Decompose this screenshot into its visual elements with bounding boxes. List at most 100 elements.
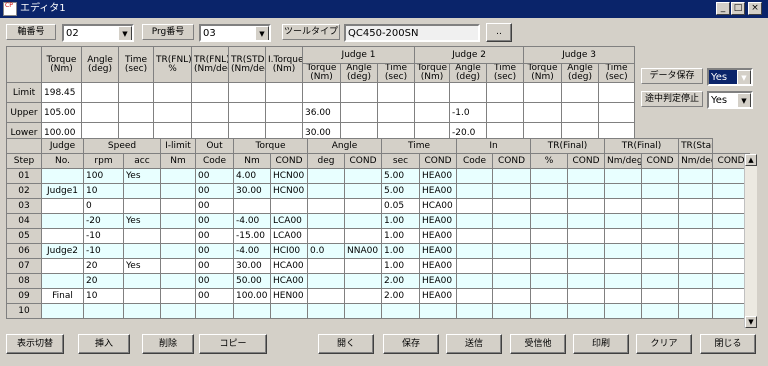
table-cell[interactable] [160, 168, 196, 184]
limit-cell[interactable] [598, 82, 636, 103]
table-cell[interactable] [41, 198, 84, 214]
table-cell[interactable]: HEA00 [419, 168, 458, 184]
table-row[interactable]: 06 Judge2 -10 00 -4.00 HCI00 0.0 NNA00 1.00 HEA00 [6, 243, 751, 259]
table-cell[interactable] [567, 243, 606, 259]
table-cell[interactable] [344, 198, 383, 214]
table-cell[interactable] [678, 303, 714, 319]
table-cell[interactable] [456, 243, 494, 259]
chevron-down-icon[interactable]: ▼ [255, 26, 269, 40]
limit-cell[interactable] [561, 102, 600, 123]
table-cell[interactable] [233, 303, 271, 319]
table-cell[interactable] [678, 228, 714, 244]
limit-cell[interactable] [486, 82, 525, 103]
table-cell[interactable] [492, 213, 532, 229]
table-cell[interactable] [344, 258, 383, 274]
close-icon[interactable]: × [748, 2, 762, 15]
table-row[interactable]: 03 0 00 0.05 HCA00 [6, 198, 751, 214]
table-row[interactable]: 07 20 Yes 00 30.00 HCA00 1.00 HEA00 [6, 258, 751, 274]
table-cell[interactable] [41, 258, 84, 274]
table-cell[interactable]: 00 [195, 183, 234, 199]
table-cell[interactable] [604, 303, 643, 319]
scroll-down-icon[interactable]: ▼ [745, 316, 757, 328]
limit-cell[interactable] [153, 82, 192, 103]
table-cell[interactable]: 00 [195, 243, 234, 259]
table-cell[interactable]: 1.00 [381, 228, 421, 244]
table-cell[interactable]: Yes [123, 213, 161, 229]
table-cell[interactable] [530, 213, 569, 229]
limit-cell[interactable] [414, 82, 451, 103]
table-cell[interactable] [344, 213, 383, 229]
table-cell[interactable]: 10 [83, 288, 124, 304]
limit-cell[interactable] [302, 82, 341, 103]
table-cell[interactable] [678, 168, 714, 184]
table-cell[interactable] [83, 303, 124, 319]
table-cell[interactable] [678, 243, 714, 259]
limit-cell[interactable] [118, 82, 154, 103]
send-button[interactable]: 送信 [446, 334, 502, 354]
table-cell[interactable]: HCA00 [269, 258, 309, 274]
table-cell[interactable] [604, 258, 643, 274]
table-cell[interactable] [530, 168, 569, 184]
limit-cell[interactable] [81, 82, 119, 103]
table-cell[interactable] [530, 198, 569, 214]
table-cell[interactable] [41, 213, 84, 229]
clear-button[interactable]: クリア [636, 334, 692, 354]
table-cell[interactable]: Judge1 [41, 183, 84, 199]
table-cell[interactable]: 5.00 [381, 183, 421, 199]
table-cell[interactable] [567, 213, 606, 229]
table-cell[interactable]: HEN00 [269, 288, 309, 304]
table-cell[interactable] [307, 168, 346, 184]
table-cell[interactable]: 2.00 [381, 273, 421, 289]
limit-cell[interactable] [265, 82, 303, 103]
table-cell[interactable] [530, 303, 569, 319]
table-cell[interactable]: HEA00 [419, 183, 458, 199]
table-cell[interactable] [530, 228, 569, 244]
table-cell[interactable]: 00 [195, 198, 234, 214]
open-button[interactable]: 開く [318, 334, 374, 354]
table-cell[interactable] [678, 273, 714, 289]
table-cell[interactable]: Judge2 [41, 243, 84, 259]
table-cell[interactable] [160, 183, 196, 199]
table-cell[interactable] [641, 243, 680, 259]
table-cell[interactable] [604, 273, 643, 289]
tool-browse-button[interactable]: .. [486, 23, 512, 42]
limit-cell[interactable] [118, 102, 154, 123]
table-cell[interactable]: HEA00 [419, 243, 458, 259]
table-cell[interactable] [492, 303, 532, 319]
table-cell[interactable]: NNA00 [344, 243, 383, 259]
table-cell[interactable] [160, 288, 196, 304]
table-cell[interactable]: 30.00 [233, 258, 271, 274]
table-cell[interactable] [492, 273, 532, 289]
table-cell[interactable]: HEA00 [419, 258, 458, 274]
table-cell[interactable] [123, 183, 161, 199]
table-cell[interactable] [492, 198, 532, 214]
table-row[interactable]: 08 20 00 50.00 HCA00 2.00 HEA00 [6, 273, 751, 289]
copy-button[interactable]: コピー [199, 334, 267, 354]
table-cell[interactable]: HCN00 [269, 168, 309, 184]
table-cell[interactable]: -4.00 [233, 243, 271, 259]
table-cell[interactable] [456, 228, 494, 244]
table-cell[interactable] [492, 243, 532, 259]
table-cell[interactable] [567, 258, 606, 274]
table-row[interactable]: 01 100 Yes 00 4.00 HCN00 5.00 HEA00 [6, 168, 751, 184]
table-cell[interactable] [641, 213, 680, 229]
table-cell[interactable] [160, 228, 196, 244]
limit-cell[interactable]: 105.00 [41, 102, 82, 123]
table-cell[interactable]: HEA00 [419, 213, 458, 229]
limit-cell[interactable] [191, 82, 229, 103]
table-cell[interactable] [641, 168, 680, 184]
table-cell[interactable] [344, 228, 383, 244]
table-cell[interactable] [307, 273, 346, 289]
table-cell[interactable] [492, 258, 532, 274]
table-cell[interactable] [641, 273, 680, 289]
table-cell[interactable] [123, 303, 161, 319]
table-cell[interactable] [123, 198, 161, 214]
table-cell[interactable]: 0.05 [381, 198, 421, 214]
limit-cell[interactable] [486, 102, 525, 123]
table-cell[interactable] [492, 183, 532, 199]
table-cell[interactable]: 0.0 [307, 243, 346, 259]
table-cell[interactable] [307, 198, 346, 214]
table-cell[interactable]: 20 [83, 258, 124, 274]
limit-cell[interactable] [340, 102, 378, 123]
table-cell[interactable]: 0 [83, 198, 124, 214]
